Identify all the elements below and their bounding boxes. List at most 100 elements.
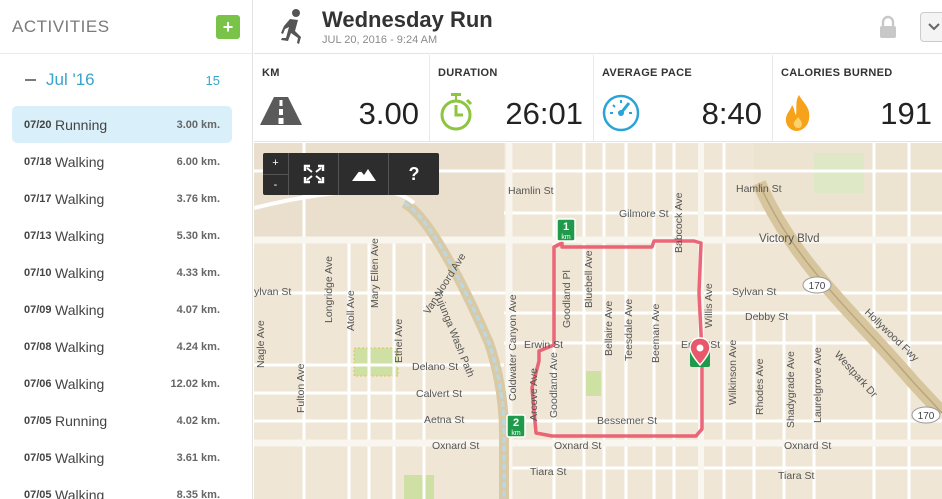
finish-marker[interactable] xyxy=(689,337,711,367)
stat-label: KM xyxy=(262,67,280,79)
street-label: Delano St xyxy=(412,361,458,373)
street-label: Bessemer St xyxy=(597,415,657,427)
month-label: Jul '16 xyxy=(46,70,95,89)
svg-text:km: km xyxy=(511,430,521,437)
street-label: Coldwater Canyon Ave xyxy=(507,294,519,401)
activity-list-item[interactable]: 07/13 Walking 5.30 km. xyxy=(12,217,232,254)
activity-list-item[interactable]: 07/05 Walking 8.35 km. xyxy=(12,476,232,499)
street-label: Hamlin St xyxy=(736,183,782,195)
options-dropdown-button[interactable] xyxy=(920,11,942,42)
street-label: Aetna St xyxy=(424,414,464,426)
activity-list-item[interactable]: 07/18 Walking 6.00 km. xyxy=(12,143,232,180)
activity-list-item[interactable]: 07/20 Running 3.00 km. xyxy=(12,106,232,143)
runner-icon xyxy=(281,8,301,44)
stats-bar: KM 3.00 DURATION 26:01 AVERAGE PACE 8:40 xyxy=(254,55,942,142)
activity-distance: 4.02 km. xyxy=(176,414,220,427)
activity-type: Running xyxy=(55,116,108,133)
activity-type: Walking xyxy=(55,449,105,466)
add-activity-button[interactable]: + xyxy=(216,14,240,39)
activity-date: 07/13 xyxy=(24,229,52,242)
month-activity-count: 15 xyxy=(205,72,220,88)
street-label: Tiara St xyxy=(778,470,814,482)
mountain-icon xyxy=(351,169,376,181)
stat-distance: KM 3.00 xyxy=(254,55,430,141)
activity-date: 07/08 xyxy=(24,340,52,353)
street-label: Laurelgrove Ave xyxy=(812,347,824,423)
activity-date: 07/09 xyxy=(24,303,52,316)
activity-date: 07/10 xyxy=(24,266,52,279)
activity-list-item[interactable]: 07/06 Walking 12.02 km. xyxy=(12,365,232,402)
street-label: Bluebell Ave xyxy=(583,250,595,308)
street-label: Willis Ave xyxy=(703,283,715,328)
zoom-in-button[interactable]: + xyxy=(263,153,288,175)
street-label: Bellaire Ave xyxy=(603,301,615,356)
street-label: Goodland Pl xyxy=(561,270,573,328)
activity-type: Walking xyxy=(55,264,105,281)
km-marker-2[interactable]: 2 km xyxy=(506,414,526,438)
street-label: Oxnard St xyxy=(784,440,831,452)
street-label: Fulton Ave xyxy=(295,363,307,413)
svg-text:km: km xyxy=(561,234,571,241)
activity-type: Walking xyxy=(55,486,105,499)
activity-date: 07/05 xyxy=(24,414,52,427)
activity-distance: 12.02 km. xyxy=(170,377,220,390)
collapse-icon xyxy=(25,79,36,81)
activities-sidebar: ACTIVITIES + Jul '16 15 07/20 Running 3.… xyxy=(0,0,253,499)
activity-list-item[interactable]: 07/05 Running 4.02 km. xyxy=(12,402,232,439)
street-label: Rhodes Ave xyxy=(754,358,766,415)
activity-distance: 4.07 km. xyxy=(176,303,220,316)
zoom-out-button[interactable]: - xyxy=(263,175,288,196)
activity-type: Walking xyxy=(55,190,105,207)
svg-text:170: 170 xyxy=(918,411,935,422)
activity-type: Walking xyxy=(55,153,105,170)
activity-type: Walking xyxy=(55,301,105,318)
street-label: Goodland Ave xyxy=(548,352,560,418)
terrain-button[interactable] xyxy=(339,153,389,195)
chevron-down-icon xyxy=(928,22,940,30)
street-label: Beeman Ave xyxy=(650,303,662,363)
activity-list-item[interactable]: 07/10 Walking 4.33 km. xyxy=(12,254,232,291)
activity-type: Walking xyxy=(55,227,105,244)
activity-date: 07/17 xyxy=(24,192,52,205)
street-label: Longridge Ave xyxy=(323,256,335,323)
highway-shield: 170 xyxy=(802,276,832,294)
activity-list: 07/20 Running 3.00 km. 07/18 Walking 6.0… xyxy=(0,106,252,499)
street-label: Hamlin St xyxy=(508,185,554,197)
activity-distance: 3.76 km. xyxy=(176,192,220,205)
activity-distance: 4.33 km. xyxy=(176,266,220,279)
street-label: Shadygrade Ave xyxy=(785,351,797,428)
street-label: Tiara St xyxy=(530,466,566,478)
stat-label: DURATION xyxy=(438,67,498,79)
stat-value: 8:40 xyxy=(701,96,762,131)
stat-label: AVERAGE PACE xyxy=(602,67,692,79)
street-label: Oxnard St xyxy=(432,440,479,452)
activity-list-item[interactable]: 07/05 Walking 3.61 km. xyxy=(12,439,232,476)
stat-label: CALORIES BURNED xyxy=(781,67,893,79)
highway-shield: 170 xyxy=(911,406,941,424)
help-button[interactable]: ? xyxy=(389,153,439,195)
activity-date: 07/20 xyxy=(24,118,52,131)
activity-distance: 3.00 km. xyxy=(176,118,220,131)
activity-distance: 4.24 km. xyxy=(176,340,220,353)
street-label: Mary Ellen Ave xyxy=(369,238,381,308)
fullscreen-button[interactable] xyxy=(289,153,339,195)
activity-list-item[interactable]: 07/08 Walking 4.24 km. xyxy=(12,328,232,365)
street-label: Nagle Ave xyxy=(255,320,267,368)
km-marker-1[interactable]: 1 km xyxy=(556,218,576,242)
month-group-toggle[interactable]: Jul '16 15 xyxy=(0,54,252,106)
activity-type: Walking xyxy=(55,338,105,355)
activity-list-item[interactable]: 07/17 Walking 3.76 km. xyxy=(12,180,232,217)
zoom-controls: + - xyxy=(263,153,289,195)
map-canvas[interactable]: Hamlin St Hamlin St Gilmore St Victory B… xyxy=(254,143,942,499)
svg-text:1: 1 xyxy=(563,221,569,233)
flame-icon xyxy=(785,95,810,131)
street-label: Oxnard St xyxy=(554,440,601,452)
activity-type: Walking xyxy=(55,375,105,392)
activity-date: 07/05 xyxy=(24,488,52,499)
road-icon xyxy=(260,97,302,125)
stat-calories: CALORIES BURNED 191 xyxy=(773,55,942,141)
route-map[interactable]: Hamlin St Hamlin St Gilmore St Victory B… xyxy=(254,143,942,499)
activity-list-item[interactable]: 07/09 Walking 4.07 km. xyxy=(12,291,232,328)
activity-distance: 6.00 km. xyxy=(176,155,220,168)
lock-icon[interactable] xyxy=(876,15,900,39)
